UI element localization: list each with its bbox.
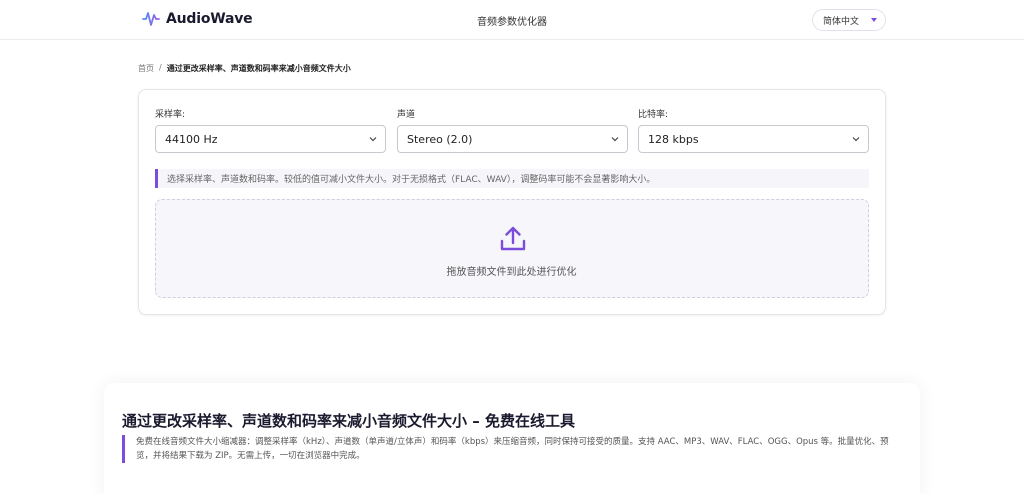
- chevron-down-icon: [852, 137, 860, 142]
- dropzone-label: 拖放音频文件到此处进行优化: [446, 267, 577, 278]
- file-dropzone[interactable]: 拖放音频文件到此处进行优化: [155, 199, 869, 298]
- breadcrumb-current: 通过更改采样率、声道数和码率来减小音频文件大小: [166, 64, 351, 73]
- info-section: 通过更改采样率、声道数和码率来减小音频文件大小 – 免费在线工具 免费在线音频文…: [104, 383, 920, 494]
- breadcrumb-separator: /: [159, 63, 162, 72]
- breadcrumb-home-link[interactable]: 首页: [138, 63, 154, 74]
- bitrate-value: 128 kbps: [648, 132, 699, 146]
- breadcrumb: 首页 / 通过更改采样率、声道数和码率来减小音频文件大小: [138, 63, 351, 74]
- language-label: 简体中文: [823, 16, 860, 27]
- chevron-down-icon: [369, 137, 377, 142]
- bitrate-select[interactable]: 128 kbps: [638, 125, 869, 153]
- channels-value: Stereo (2.0): [407, 132, 473, 146]
- channels-select[interactable]: Stereo (2.0): [397, 125, 628, 153]
- channels-label: 声道: [397, 110, 416, 120]
- upload-icon: [500, 226, 526, 251]
- bitrate-label: 比特率:: [638, 110, 669, 120]
- settings-hint: 选择采样率、声道数和码率。较低的值可减小文件大小。对于无损格式（FLAC、WAV…: [155, 169, 869, 188]
- sample-rate-select[interactable]: 44100 Hz: [155, 125, 386, 153]
- top-header: AudioWave 音频参数优化器 简体中文: [0, 0, 1024, 40]
- info-description: 免费在线音频文件大小缩减器：调整采样率（kHz）、声道数（单声道/立体声）和码率…: [122, 435, 902, 463]
- sample-rate-label: 采样率:: [155, 110, 186, 120]
- language-select[interactable]: 简体中文: [812, 9, 886, 31]
- sample-rate-value: 44100 Hz: [165, 132, 218, 146]
- info-title: 通过更改采样率、声道数和码率来减小音频文件大小 – 免费在线工具: [122, 412, 575, 430]
- chevron-down-icon: [611, 137, 619, 142]
- caret-down-icon: [871, 18, 877, 22]
- settings-card: 采样率: 44100 Hz 声道 Stereo (2.0) 比特率: 128 k…: [138, 89, 886, 315]
